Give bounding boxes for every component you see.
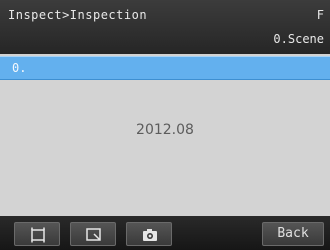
frame-icon [31, 227, 45, 243]
frame-button[interactable] [14, 222, 60, 246]
back-button[interactable]: Back [262, 222, 324, 246]
selected-item-label: 0. [12, 61, 27, 75]
camera-button[interactable] [126, 222, 172, 246]
scene-label[interactable]: 0.Scene [273, 32, 324, 46]
image-view: 2012.08 [0, 80, 330, 216]
date-text: 2012.08 [136, 122, 194, 138]
camera-icon [143, 229, 157, 241]
toolbar: Back [0, 216, 330, 250]
inspection-screen: Inspect>Inspection F 0.Scene 0. 2012.08 [0, 0, 330, 250]
breadcrumb: Inspect>Inspection [8, 8, 148, 22]
zoom-icon [86, 228, 101, 241]
corner-label: F [316, 8, 324, 22]
title-bar: Inspect>Inspection F 0.Scene [0, 0, 330, 54]
selected-item-row[interactable]: 0. [0, 56, 330, 80]
zoom-button[interactable] [70, 222, 116, 246]
